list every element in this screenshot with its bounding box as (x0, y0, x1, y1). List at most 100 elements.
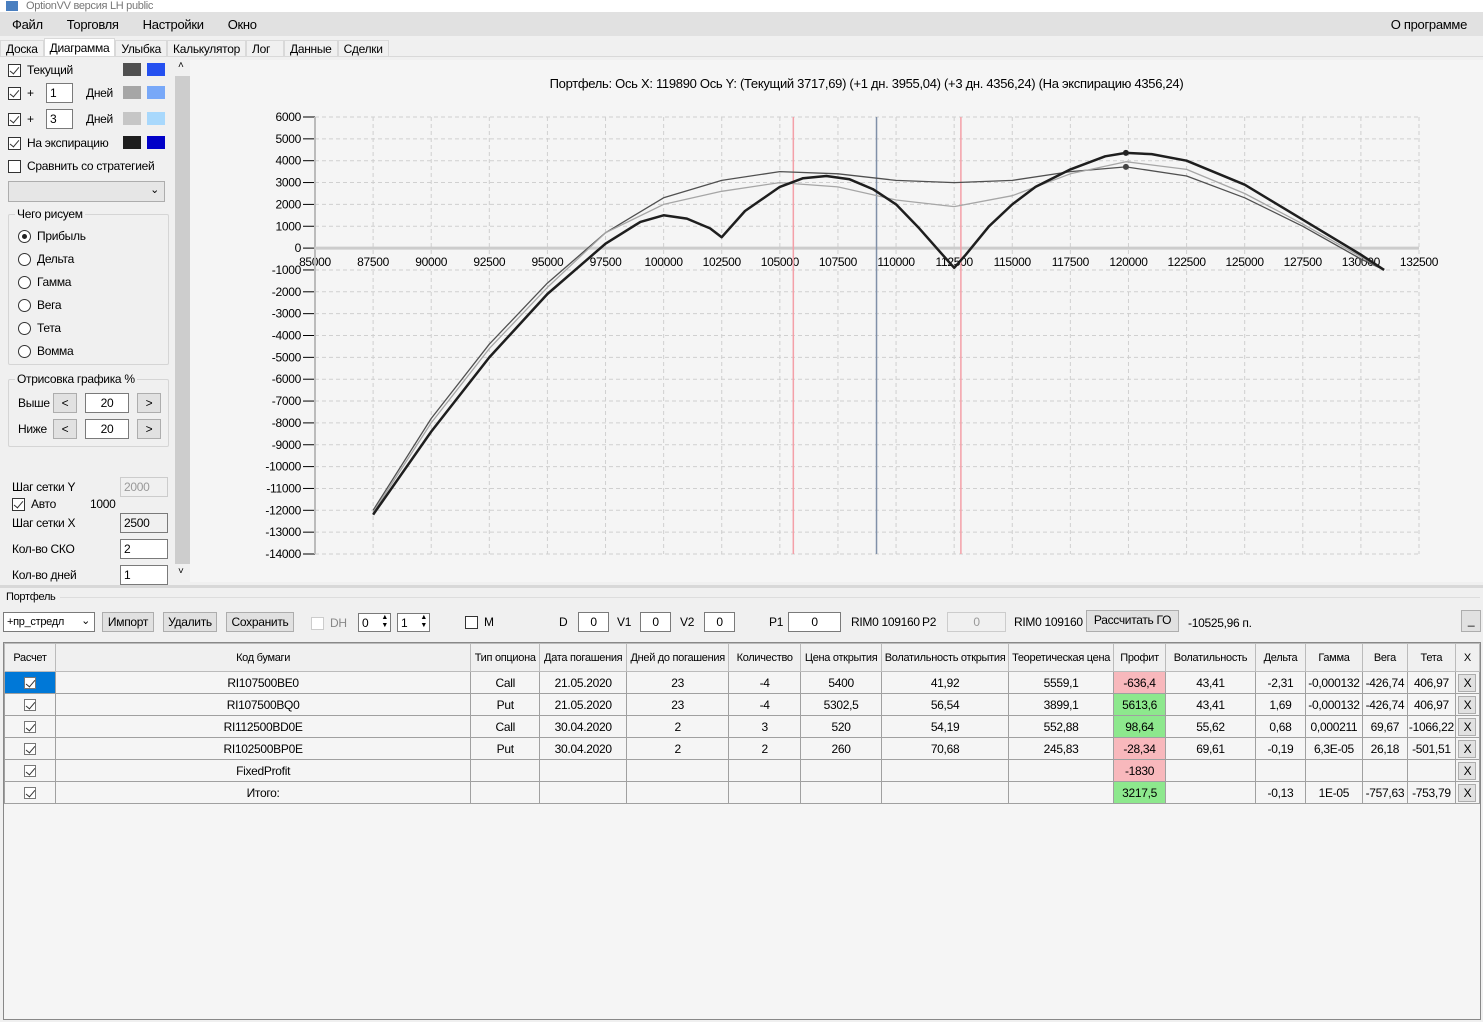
cell-theta[interactable]: 406,97 (1406, 671, 1456, 694)
header-vol[interactable]: Волатильность (1165, 643, 1256, 672)
cell-vol[interactable] (1165, 759, 1256, 782)
cell-open-vol[interactable]: 41,92 (881, 671, 1010, 694)
cell-vega[interactable]: 69,67 (1361, 715, 1408, 738)
cell-profit[interactable]: 5613,6 (1113, 693, 1167, 716)
cell-expiry[interactable] (539, 759, 628, 782)
cell-qty[interactable]: -4 (728, 671, 802, 694)
cell-delta[interactable]: 1,69 (1254, 693, 1306, 716)
cell-profit[interactable]: -1830 (1113, 759, 1167, 782)
cell-open-price[interactable] (800, 759, 883, 782)
cell-theta[interactable] (1406, 759, 1456, 782)
cell-theo-price[interactable]: 5559,1 (1008, 671, 1115, 694)
cell-open-price[interactable]: 260 (800, 737, 883, 760)
profit-chart[interactable]: 8500087500900009250095000975001000001025… (0, 0, 1483, 585)
calc-checkbox[interactable] (23, 765, 36, 778)
header-code[interactable]: Код бумаги (54, 643, 472, 672)
cell-type[interactable]: Call (470, 715, 541, 738)
calc-cell[interactable] (4, 759, 56, 782)
cell-vol[interactable]: 69,61 (1165, 737, 1256, 760)
header-expiry[interactable]: Дата погашения (539, 643, 628, 672)
cell-open-price[interactable]: 5302,5 (800, 693, 883, 716)
cell-expiry[interactable]: 30.04.2020 (539, 715, 628, 738)
cell-gamma[interactable]: 1E-05 (1304, 781, 1363, 804)
cell-vol[interactable]: 43,41 (1165, 671, 1256, 694)
calc-checkbox[interactable] (23, 721, 36, 734)
table-row[interactable]: FixedProfit -1830 X (4, 759, 1481, 782)
header-open-vol[interactable]: Волатильность открытия (881, 643, 1010, 672)
m-checkbox[interactable] (465, 616, 478, 630)
save-button[interactable]: Сохранить (226, 612, 294, 632)
p1-input[interactable]: 0 (788, 612, 841, 632)
cell-expiry[interactable]: 21.05.2020 (539, 671, 628, 694)
cell-delta[interactable]: -0,13 (1254, 781, 1306, 804)
table-row[interactable]: RI107500BQ0 Put 21.05.2020 23 -4 5302,5 56,54 3… (4, 693, 1481, 716)
calc-cell[interactable] (4, 781, 56, 804)
table-row[interactable]: RI107500BE0 Call 21.05.2020 23 -4 5400 41,92 55… (4, 671, 1481, 694)
cell-type[interactable] (470, 759, 541, 782)
cell-expiry[interactable] (539, 781, 628, 804)
cell-vega[interactable]: -757,63 (1361, 781, 1408, 804)
cell-code[interactable]: RI107500BE0 (54, 671, 472, 694)
cell-vol[interactable]: 55,62 (1165, 715, 1256, 738)
cell-theo-price[interactable] (1008, 759, 1115, 782)
calc-checkbox[interactable] (23, 787, 36, 800)
calc-checkbox[interactable] (23, 743, 36, 756)
header-days[interactable]: Дней до погашения (626, 643, 730, 672)
cell-qty[interactable] (728, 781, 802, 804)
cell-days[interactable]: 23 (626, 693, 730, 716)
cell-open-price[interactable]: 520 (800, 715, 883, 738)
splitter[interactable] (0, 585, 1483, 588)
cell-qty[interactable]: 3 (728, 715, 802, 738)
cell-open-vol[interactable] (881, 781, 1010, 804)
cell-expiry[interactable]: 30.04.2020 (539, 737, 628, 760)
v1-input[interactable]: 0 (640, 612, 671, 632)
v2-input[interactable]: 0 (704, 612, 735, 632)
table-row[interactable]: RI112500BD0E Call 30.04.2020 2 3 520 54,19 552,… (4, 715, 1481, 738)
cell-theta[interactable]: -753,79 (1406, 781, 1456, 804)
table-row[interactable]: RI102500BP0E Put 30.04.2020 2 2 260 70,68 245,8… (4, 737, 1481, 760)
delete-button[interactable]: Удалить (163, 612, 217, 632)
cell-vega[interactable]: -426,74 (1361, 693, 1408, 716)
header-profit[interactable]: Профит (1113, 643, 1167, 672)
header-qty[interactable]: Количество (728, 643, 802, 672)
cell-type[interactable]: Call (470, 671, 541, 694)
calculate-go-button[interactable]: Рассчитать ГО (1086, 610, 1179, 632)
cell-code[interactable]: RI102500BP0E (54, 737, 472, 760)
header-open-price[interactable]: Цена открытия (800, 643, 883, 672)
cell-open-vol[interactable]: 54,19 (881, 715, 1010, 738)
table-row[interactable]: Итого: 3217,5 -0,13 1E-05 -757,63 -753,79 X (4, 781, 1481, 804)
cell-qty[interactable]: -4 (728, 693, 802, 716)
cell-theo-price[interactable]: 552,88 (1008, 715, 1115, 738)
cell-theta[interactable]: 406,97 (1406, 693, 1456, 716)
cell-days[interactable] (626, 781, 730, 804)
cell-vol[interactable]: 43,41 (1165, 693, 1256, 716)
calc-cell[interactable] (4, 671, 56, 694)
remove-row-button[interactable]: X (1458, 739, 1477, 758)
cell-gamma[interactable]: -0,000132 (1304, 671, 1363, 694)
cell-delta[interactable] (1254, 759, 1306, 782)
header-calc[interactable]: Расчет (4, 643, 56, 672)
header-remove[interactable]: X (1454, 643, 1481, 672)
dh-stepper-2[interactable]: 1 ▲ ▼ (397, 613, 430, 632)
header-gamma[interactable]: Гамма (1304, 643, 1363, 672)
cell-theo-price[interactable]: 3899,1 (1008, 693, 1115, 716)
p2-input[interactable]: 0 (947, 612, 1006, 632)
cell-code[interactable]: FixedProfit (54, 759, 472, 782)
remove-row-button[interactable]: X (1458, 673, 1477, 692)
cell-vol[interactable] (1165, 781, 1256, 804)
cell-profit[interactable]: -28,34 (1113, 737, 1167, 760)
cell-type[interactable]: Put (470, 693, 541, 716)
cell-open-vol[interactable]: 70,68 (881, 737, 1010, 760)
calc-cell[interactable] (4, 715, 56, 738)
minimize-button[interactable]: _ (1461, 610, 1481, 632)
calc-cell[interactable] (4, 737, 56, 760)
cell-open-vol[interactable] (881, 759, 1010, 782)
cell-delta[interactable]: 0,68 (1254, 715, 1306, 738)
cell-vega[interactable]: 26,18 (1361, 737, 1408, 760)
remove-row-button[interactable]: X (1458, 783, 1477, 802)
cell-gamma[interactable]: 6,3E-05 (1304, 737, 1363, 760)
cell-open-price[interactable]: 5400 (800, 671, 883, 694)
cell-code[interactable]: RI107500BQ0 (54, 693, 472, 716)
cell-open-vol[interactable]: 56,54 (881, 693, 1010, 716)
import-button[interactable]: Импорт (102, 612, 154, 632)
